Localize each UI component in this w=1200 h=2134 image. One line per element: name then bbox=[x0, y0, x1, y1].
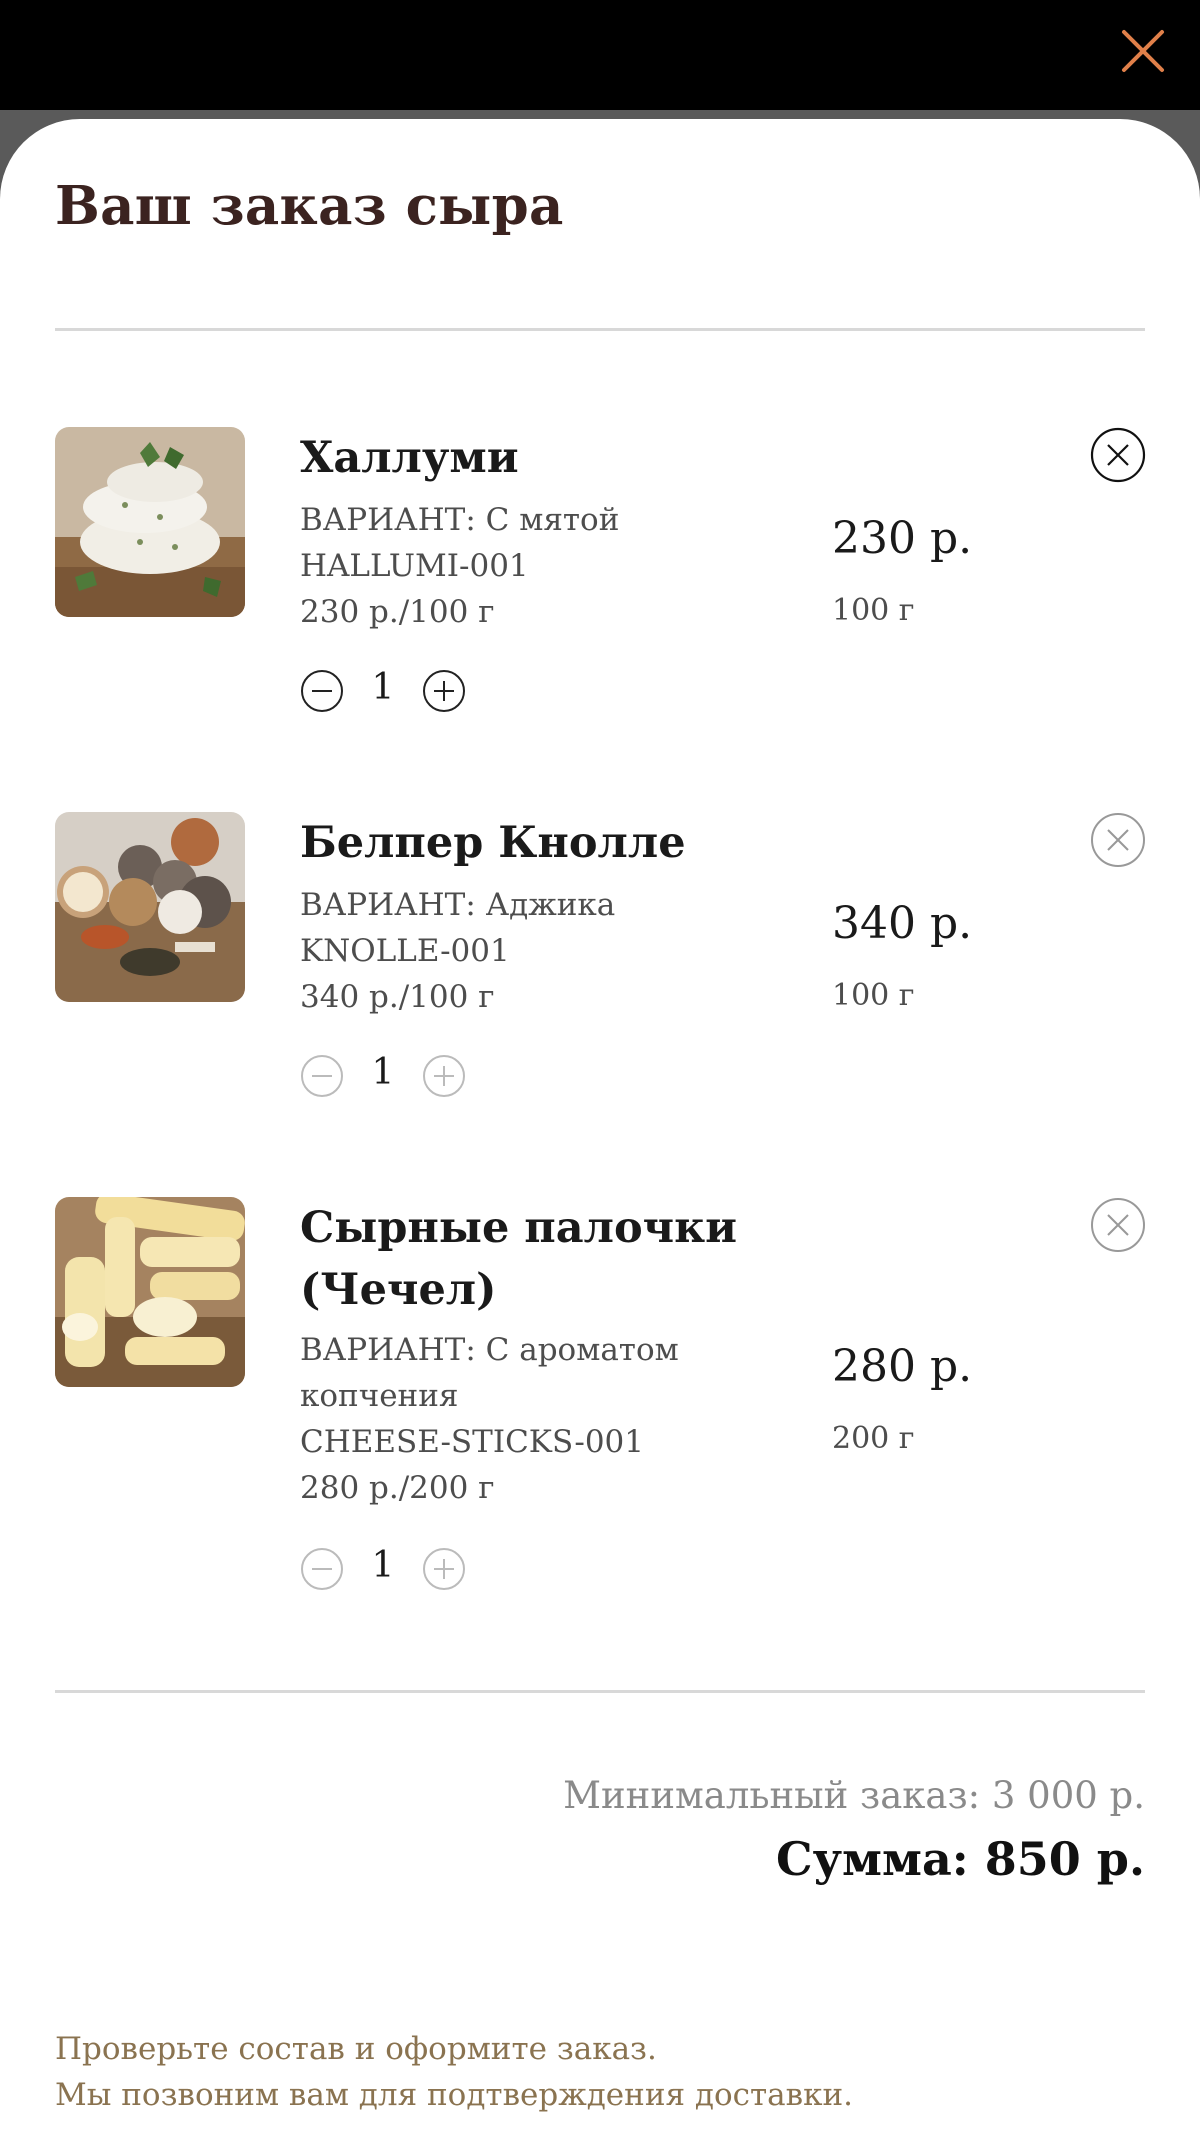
item-weight: 100 г bbox=[832, 593, 915, 628]
increase-quantity-button[interactable] bbox=[422, 669, 466, 713]
item-price: 280 р. bbox=[832, 1341, 973, 1392]
minimum-order-text: Минимальный заказ: 3 000 р. bbox=[563, 1774, 1145, 1817]
item-sku: HALLUMI-001 bbox=[300, 548, 529, 584]
decrease-quantity-button[interactable] bbox=[300, 1547, 344, 1591]
plus-circle-icon bbox=[423, 1548, 465, 1590]
cart-sheet: Ваш заказ сыра Халлуми ВАРИАНТ: С мятой … bbox=[0, 119, 1200, 2134]
item-name: Халлуми bbox=[300, 433, 519, 483]
item-weight: 200 г bbox=[832, 1421, 915, 1456]
remove-item-button[interactable] bbox=[1090, 812, 1146, 868]
plus-circle-icon bbox=[423, 1055, 465, 1097]
minus-circle-icon bbox=[301, 1548, 343, 1590]
cheese-sticks-image[interactable] bbox=[55, 1197, 245, 1387]
plus-circle-icon bbox=[423, 670, 465, 712]
close-circle-icon bbox=[1091, 1198, 1145, 1252]
order-total: Сумма: 850 р. bbox=[776, 1832, 1145, 1886]
halloumi-image[interactable] bbox=[55, 427, 245, 617]
belper-knolle-image[interactable] bbox=[55, 812, 245, 1002]
remove-item-button[interactable] bbox=[1090, 1197, 1146, 1253]
decrease-quantity-button[interactable] bbox=[300, 1054, 344, 1098]
increase-quantity-button[interactable] bbox=[422, 1054, 466, 1098]
item-sku: KNOLLE-001 bbox=[300, 933, 510, 969]
item-name-line1: Сырные палочки bbox=[300, 1203, 738, 1253]
minus-circle-icon bbox=[301, 670, 343, 712]
item-unit-price: 280 р./200 г bbox=[300, 1470, 495, 1506]
item-sku: CHEESE-STICKS-001 bbox=[300, 1424, 644, 1460]
minus-circle-icon bbox=[301, 1055, 343, 1097]
item-price: 340 р. bbox=[832, 898, 973, 949]
footer-note-line1: Проверьте состав и оформите заказ. bbox=[55, 2031, 657, 2067]
item-name-line2: (Чечел) bbox=[300, 1265, 497, 1315]
item-variant: ВАРИАНТ: С мятой bbox=[300, 502, 620, 538]
item-weight: 100 г bbox=[832, 978, 915, 1013]
quantity-value: 1 bbox=[371, 1545, 395, 1586]
item-name: Сырные палочки (Чечел) bbox=[300, 1197, 820, 1321]
item-variant-line2: копчения bbox=[300, 1378, 459, 1414]
close-circle-icon bbox=[1090, 427, 1146, 483]
divider-top bbox=[55, 328, 1145, 331]
item-variant: ВАРИАНТ: Аджика bbox=[300, 887, 616, 923]
increase-quantity-button[interactable] bbox=[422, 1547, 466, 1591]
close-icon bbox=[1122, 30, 1164, 72]
item-price: 230 р. bbox=[832, 513, 973, 564]
close-modal-button[interactable] bbox=[1118, 26, 1168, 76]
item-name: Белпер Кнолле bbox=[300, 818, 686, 868]
close-circle-icon bbox=[1091, 813, 1145, 867]
page-title: Ваш заказ сыра bbox=[55, 175, 564, 237]
remove-item-button[interactable] bbox=[1090, 427, 1146, 483]
divider-bottom bbox=[55, 1690, 1145, 1693]
item-unit-price: 340 р./100 г bbox=[300, 979, 495, 1015]
decrease-quantity-button[interactable] bbox=[300, 669, 344, 713]
quantity-value: 1 bbox=[371, 667, 395, 708]
quantity-value: 1 bbox=[371, 1052, 395, 1093]
footer-note-line2: Мы позвоним вам для подтверждения достав… bbox=[55, 2077, 853, 2113]
item-variant-line1: ВАРИАНТ: С ароматом bbox=[300, 1332, 679, 1368]
item-unit-price: 230 р./100 г bbox=[300, 594, 495, 630]
item-variant: ВАРИАНТ: С ароматом копчения bbox=[300, 1327, 770, 1419]
